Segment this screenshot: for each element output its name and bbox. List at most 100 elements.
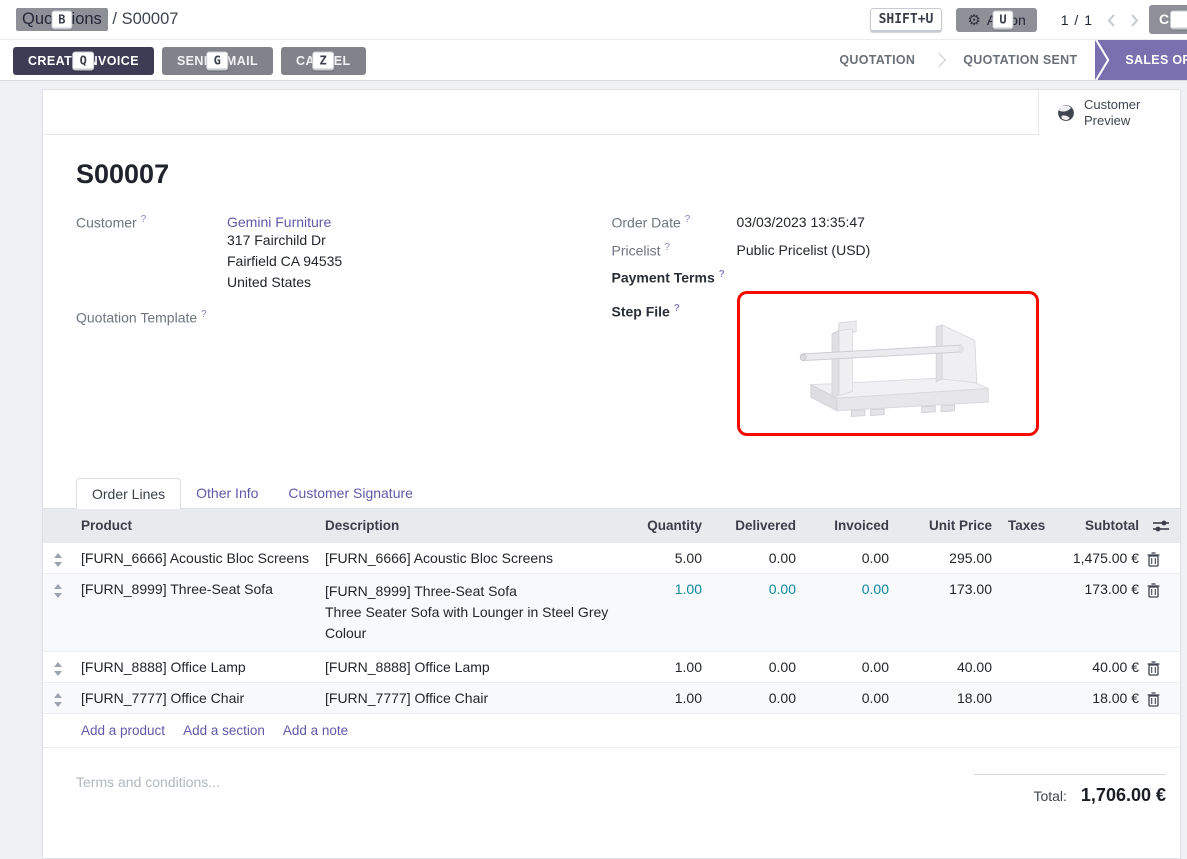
edge-create-button[interactable]: C bbox=[1149, 5, 1187, 34]
field-column-left: Customer ? Gemini Furniture 317 Fairchil… bbox=[76, 214, 612, 447]
record-title: S00007 bbox=[76, 159, 1180, 190]
cell-product[interactable]: [FURN_8888] Office Lamp bbox=[73, 652, 317, 682]
cancel-button[interactable]: CANCELZ bbox=[281, 47, 365, 75]
breadcrumb: QuotationsB / S00007 bbox=[16, 8, 178, 31]
cell-taxes[interactable] bbox=[1000, 652, 1045, 666]
statusbar-stage-quotation[interactable]: QUOTATION bbox=[821, 40, 933, 80]
hotkey-badge-send-email: G bbox=[207, 52, 229, 71]
cell-delivered[interactable]: 0.00 bbox=[710, 683, 804, 713]
cell-description[interactable]: [FURN_6666] Acoustic Bloc Screens bbox=[317, 543, 620, 573]
cell-invoiced[interactable]: 0.00 bbox=[804, 543, 897, 573]
delete-line-button[interactable] bbox=[1147, 574, 1180, 598]
cell-delivered[interactable]: 0.00 bbox=[710, 574, 804, 604]
tab-other-info[interactable]: Other Info bbox=[181, 478, 273, 508]
cell-quantity[interactable]: 1.00 bbox=[620, 652, 710, 682]
step-file-3d-model bbox=[743, 296, 1033, 431]
order-date-label: Order Date ? bbox=[612, 214, 737, 231]
order-lines-table: Product Description Quantity Delivered I… bbox=[43, 508, 1180, 748]
drag-handle[interactable] bbox=[43, 683, 73, 707]
order-line-row: [FURN_7777] Office Chair [FURN_7777] Off… bbox=[43, 683, 1180, 714]
cell-invoiced[interactable]: 0.00 bbox=[804, 574, 897, 604]
action-menu-button[interactable]: ⚙ Action U bbox=[956, 8, 1036, 32]
hotkey-badge-edge bbox=[1170, 10, 1187, 29]
delete-line-button[interactable] bbox=[1147, 652, 1180, 676]
trash-icon bbox=[1147, 692, 1160, 707]
delete-line-button[interactable] bbox=[1147, 543, 1180, 567]
customer-link[interactable]: Gemini Furniture bbox=[227, 214, 331, 230]
drag-handle-icon bbox=[53, 553, 63, 567]
pager-next-button[interactable] bbox=[1130, 13, 1139, 28]
cell-product[interactable]: [FURN_6666] Acoustic Bloc Screens bbox=[73, 543, 317, 573]
drag-handle[interactable] bbox=[43, 652, 73, 676]
cell-description[interactable]: [FURN_8888] Office Lamp bbox=[317, 652, 620, 682]
trash-icon bbox=[1147, 552, 1160, 567]
cell-unit-price[interactable]: 40.00 bbox=[897, 652, 1000, 682]
pager-counter: 1 / 1 bbox=[1061, 12, 1093, 28]
cell-invoiced[interactable]: 0.00 bbox=[804, 652, 897, 682]
statusbar-stage-sales-order[interactable]: SALES ORDER bbox=[1095, 40, 1187, 80]
cell-delivered[interactable]: 0.00 bbox=[710, 543, 804, 573]
column-header-description: Description bbox=[317, 509, 620, 542]
cell-quantity[interactable]: 1.00 bbox=[620, 683, 710, 713]
pager-previous-button[interactable] bbox=[1107, 13, 1116, 28]
cell-taxes[interactable] bbox=[1000, 543, 1045, 557]
customer-preview-button[interactable]: CustomerPreview bbox=[1038, 90, 1180, 135]
tab-order-lines[interactable]: Order Lines bbox=[76, 478, 181, 509]
help-icon: ? bbox=[201, 309, 207, 320]
breadcrumb-quotations[interactable]: QuotationsB bbox=[16, 8, 108, 31]
table-header-row: Product Description Quantity Delivered I… bbox=[43, 508, 1180, 543]
quotation-template-field[interactable]: Quotation Template ? bbox=[76, 309, 612, 326]
total-value: 1,706.00 € bbox=[1081, 785, 1166, 806]
total-box: Total: 1,706.00 € bbox=[974, 774, 1166, 806]
cell-quantity[interactable]: 5.00 bbox=[620, 543, 710, 573]
cell-description[interactable]: [FURN_8999] Three-Seat SofaThree Seater … bbox=[317, 574, 620, 651]
help-icon: ? bbox=[664, 242, 670, 253]
control-panel: CREATE INVOICEQ SEND EMAILG CANCELZ QUOT… bbox=[0, 40, 1187, 81]
step-file-preview[interactable] bbox=[737, 291, 1039, 436]
cell-taxes[interactable] bbox=[1000, 574, 1045, 588]
cell-product[interactable]: [FURN_7777] Office Chair bbox=[73, 683, 317, 713]
cell-quantity[interactable]: 1.00 bbox=[620, 574, 710, 604]
delete-line-button[interactable] bbox=[1147, 683, 1180, 707]
address-line: United States bbox=[227, 272, 342, 293]
drag-handle[interactable] bbox=[43, 574, 73, 598]
chevron-left-icon bbox=[1107, 13, 1116, 28]
notebook-tabs: Order Lines Other Info Customer Signatur… bbox=[43, 475, 1180, 508]
sheet-bottom: Terms and conditions... Total: 1,706.00 … bbox=[43, 748, 1180, 806]
terms-and-conditions-input[interactable]: Terms and conditions... bbox=[76, 774, 220, 790]
cell-unit-price[interactable]: 18.00 bbox=[897, 683, 1000, 713]
column-header-unit-price: Unit Price bbox=[897, 509, 1000, 542]
trash-icon bbox=[1147, 661, 1160, 676]
drag-handle[interactable] bbox=[43, 543, 73, 567]
customer-label: Customer ? bbox=[76, 214, 227, 293]
top-bar-right: SHIFT+U ⚙ Action U 1 / 1 bbox=[870, 4, 1139, 36]
pricelist-value[interactable]: Public Pricelist (USD) bbox=[737, 242, 871, 259]
sliders-icon bbox=[1153, 519, 1169, 533]
send-email-button[interactable]: SEND EMAILG bbox=[162, 47, 273, 75]
cell-unit-price[interactable]: 173.00 bbox=[897, 574, 1000, 604]
edge-create-label: C bbox=[1159, 11, 1169, 27]
cell-invoiced[interactable]: 0.00 bbox=[804, 683, 897, 713]
order-line-row: [FURN_8888] Office Lamp [FURN_8888] Offi… bbox=[43, 652, 1180, 683]
optional-columns-toggle[interactable] bbox=[1147, 509, 1180, 543]
add-a-section-link[interactable]: Add a section bbox=[183, 723, 265, 738]
tab-customer-signature[interactable]: Customer Signature bbox=[273, 478, 428, 508]
statusbar-stage-quotation-sent[interactable]: QUOTATION SENT bbox=[945, 40, 1095, 80]
create-invoice-button[interactable]: CREATE INVOICEQ bbox=[13, 47, 154, 75]
table-footer-links: Add a product Add a section Add a note bbox=[43, 714, 1180, 748]
add-a-note-link[interactable]: Add a note bbox=[283, 723, 348, 738]
cell-delivered[interactable]: 0.00 bbox=[710, 652, 804, 682]
gear-icon: ⚙ bbox=[967, 13, 980, 28]
cell-taxes[interactable] bbox=[1000, 683, 1045, 697]
cell-description[interactable]: [FURN_7777] Office Chair bbox=[317, 683, 620, 713]
cell-unit-price[interactable]: 295.00 bbox=[897, 543, 1000, 573]
help-icon: ? bbox=[685, 214, 691, 225]
add-a-product-link[interactable]: Add a product bbox=[81, 723, 165, 738]
trash-icon bbox=[1147, 583, 1160, 598]
description-line: Three Seater Sofa with Lounger in Steel … bbox=[325, 602, 612, 644]
breadcrumb-record: S00007 bbox=[122, 10, 179, 28]
order-date-value[interactable]: 03/03/2023 13:35:47 bbox=[737, 214, 865, 231]
customer-field: Customer ? Gemini Furniture 317 Fairchil… bbox=[76, 214, 612, 293]
hotkey-badge-breadcrumb: B bbox=[51, 10, 72, 29]
cell-product[interactable]: [FURN_8999] Three-Seat Sofa bbox=[73, 574, 317, 604]
